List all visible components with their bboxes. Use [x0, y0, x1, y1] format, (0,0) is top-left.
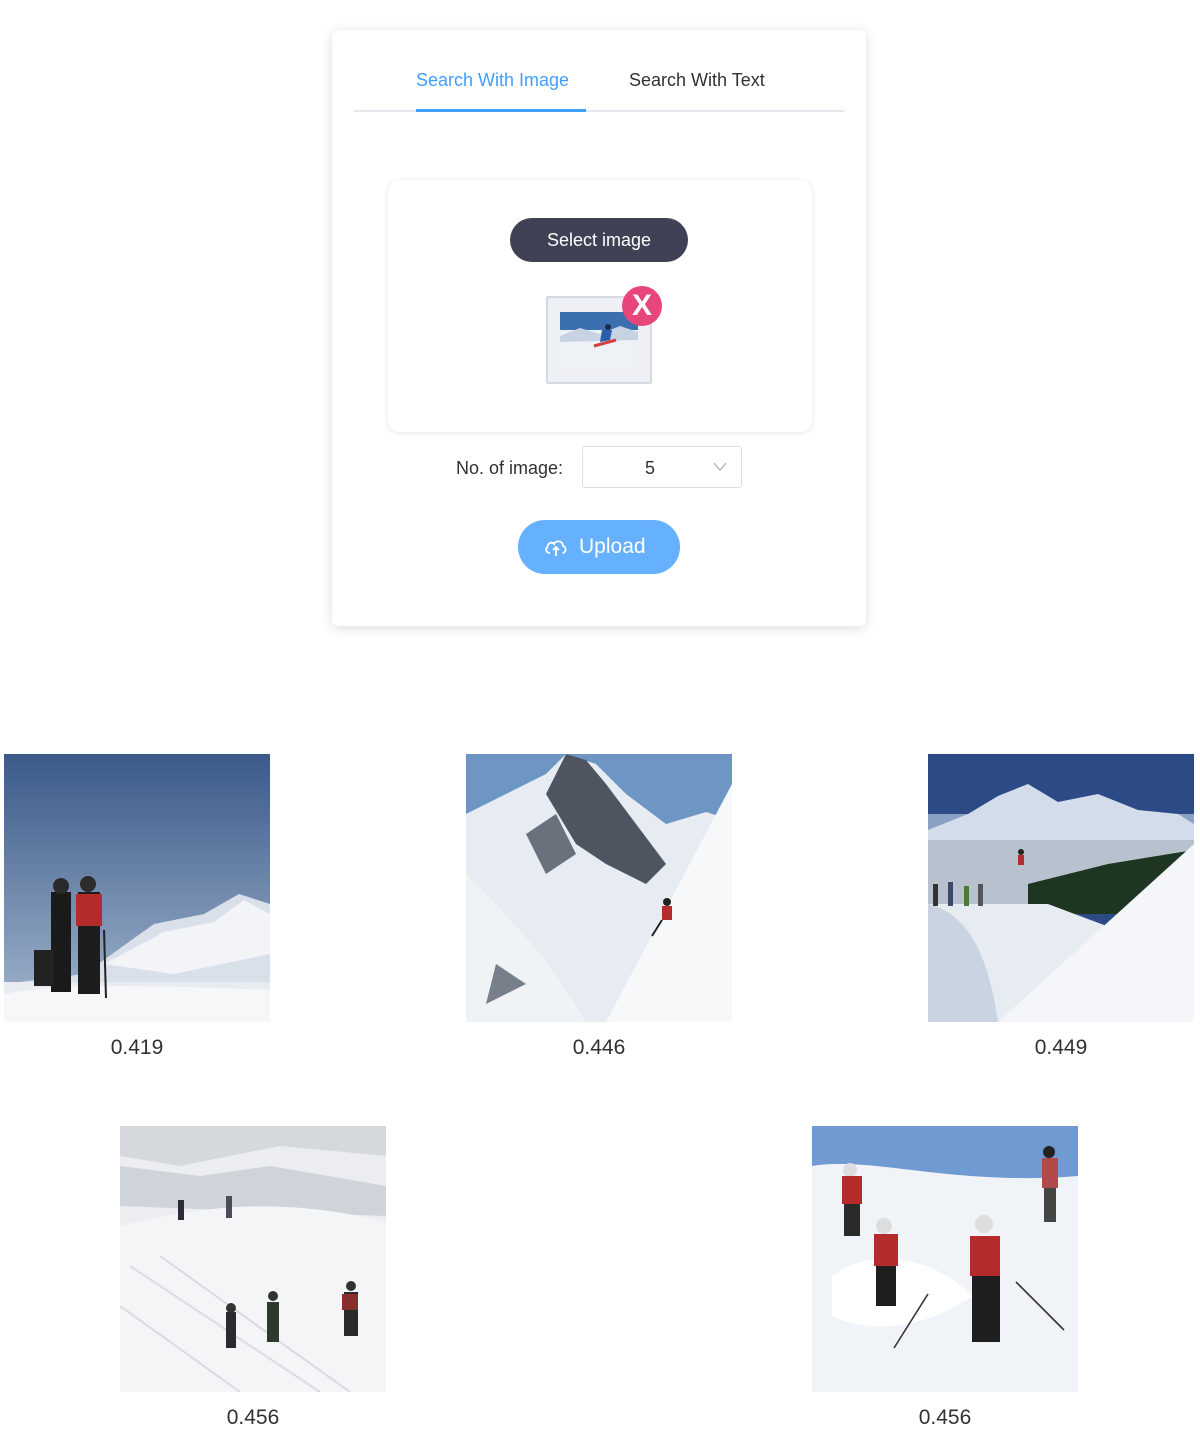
search-card: Search With Image Search With Text Selec…	[332, 30, 866, 626]
tab-search-with-image[interactable]: Search With Image	[416, 70, 569, 112]
similarity-score: 0.456	[918, 1406, 972, 1429]
active-tab-indicator	[416, 109, 586, 112]
result-item[interactable]: 0.419	[4, 754, 270, 1059]
search-tabs: Search With Image Search With Text	[354, 30, 844, 112]
similarity-score: 0.449	[1034, 1036, 1088, 1059]
upload-button[interactable]: Upload	[518, 520, 680, 574]
similarity-score: 0.456	[226, 1406, 280, 1429]
result-image	[928, 754, 1194, 1022]
result-item[interactable]: 0.456	[120, 1126, 386, 1429]
similarity-score: 0.419	[110, 1036, 164, 1059]
selected-image-thumbnail	[560, 312, 638, 368]
remove-image-button[interactable]: X	[622, 286, 662, 326]
cloud-upload-icon	[545, 540, 567, 556]
result-image	[812, 1126, 1078, 1392]
tab-search-with-text[interactable]: Search With Text	[629, 70, 765, 112]
image-count-select[interactable]: 5	[582, 446, 742, 488]
image-count-label: No. of image:	[456, 458, 564, 478]
result-item[interactable]: 0.446	[466, 754, 732, 1059]
result-image	[466, 754, 732, 1022]
result-image	[4, 754, 270, 1022]
result-image	[120, 1126, 386, 1392]
chevron-down-icon	[713, 462, 727, 471]
result-item[interactable]: 0.456	[812, 1126, 1078, 1429]
similarity-score: 0.446	[572, 1036, 626, 1059]
result-item[interactable]: 0.449	[928, 754, 1194, 1059]
image-count-value: 5	[645, 458, 656, 478]
upload-button-label: Upload	[579, 535, 646, 558]
select-image-button[interactable]: Select image	[510, 218, 688, 262]
